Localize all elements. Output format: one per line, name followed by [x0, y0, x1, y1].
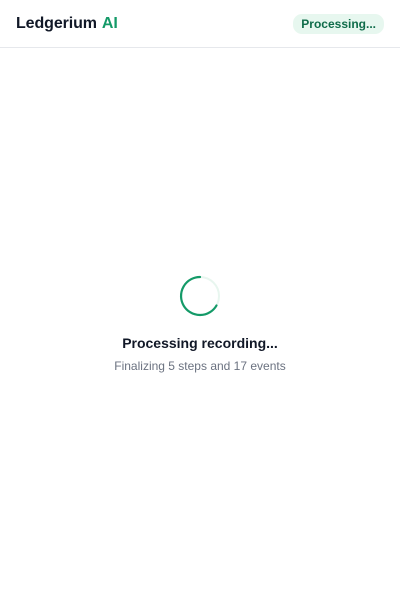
brand-accent: AI — [101, 14, 118, 32]
brand-name: Ledgerium — [16, 14, 97, 32]
app-window: Ledgerium AI Processing... Processing re… — [0, 0, 400, 600]
processing-subtitle: Finalizing 5 steps and 17 events — [114, 359, 286, 373]
loading-spinner-icon — [176, 272, 224, 320]
brand-logo: Ledgerium AI — [16, 15, 118, 33]
header: Ledgerium AI Processing... — [0, 0, 400, 48]
processing-title: Processing recording... — [122, 335, 278, 351]
processing-panel: Processing recording... Finalizing 5 ste… — [0, 49, 400, 600]
status-badge: Processing... — [293, 13, 384, 34]
